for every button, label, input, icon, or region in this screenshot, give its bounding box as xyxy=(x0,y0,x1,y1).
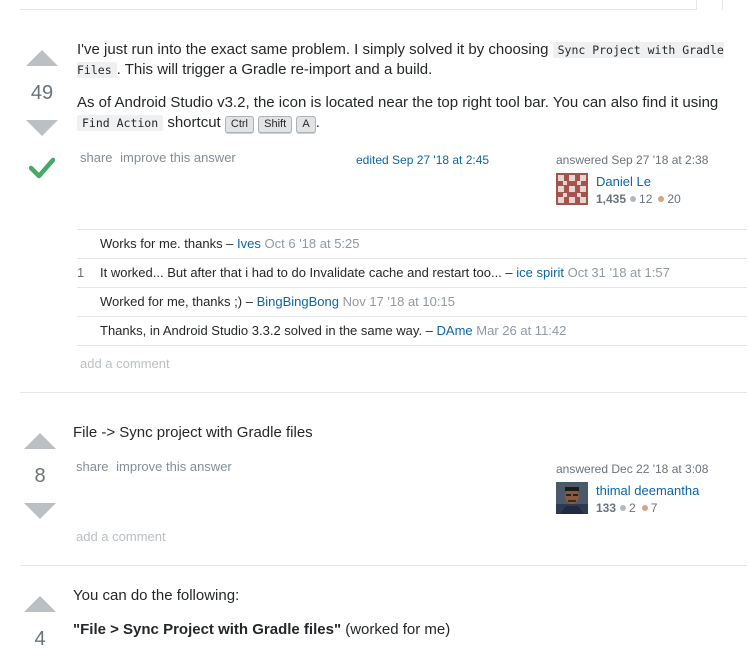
silver-badge-count: 12 xyxy=(639,192,653,206)
improve-answer-link[interactable]: improve this answer xyxy=(120,150,236,165)
post-menu: share improve this answer xyxy=(80,150,236,165)
downvote-button[interactable] xyxy=(24,503,56,519)
add-comment-link[interactable]: add a comment xyxy=(76,529,166,544)
key-shift: Shift xyxy=(258,116,293,133)
comment-body: Worked for me, thanks ;) – xyxy=(100,294,253,309)
comment-date: Oct 31 '18 at 1:57 xyxy=(567,265,670,280)
edited-link[interactable]: edited Sep 27 '18 at 2:45 xyxy=(356,153,489,167)
bronze-badge-count: 7 xyxy=(650,501,658,515)
share-link[interactable]: share xyxy=(80,150,113,165)
reputation-score: 133 xyxy=(596,501,617,515)
paragraph-text: shortcut xyxy=(167,114,221,131)
upvote-button[interactable] xyxy=(26,50,58,66)
bronze-badge-icon xyxy=(658,196,665,203)
user-name-link[interactable]: Daniel Le xyxy=(596,174,651,189)
comment-user-link[interactable]: ice spirit xyxy=(516,265,564,280)
instruction-note: (worked for me) xyxy=(345,621,451,638)
share-link[interactable]: share xyxy=(76,459,109,474)
answer-1: 49 I've just run into the exact same pro… xyxy=(0,0,751,395)
comment-row: 1 It worked... But after that i had to d… xyxy=(77,264,747,286)
answer-3: 4 You can do the following: "File > Sync… xyxy=(0,566,751,653)
paragraph-text: As of Android Studio v3.2, the icon is l… xyxy=(77,94,719,111)
answer-2: 8 File -> Sync project with Gradle files… xyxy=(0,393,751,565)
bronze-badge-count: 20 xyxy=(667,192,681,206)
comment-divider xyxy=(77,345,747,346)
vote-count: 4 xyxy=(34,628,46,650)
comments-top-divider xyxy=(77,229,747,230)
inline-code: Find Action xyxy=(77,115,164,131)
comment-body: It worked... But after that i had to do … xyxy=(100,265,513,280)
user-reputation: 1,435 12 20 xyxy=(596,192,681,206)
comment-user-link[interactable]: Ives xyxy=(237,236,261,251)
paragraph-text: I've just run into the exact same proble… xyxy=(77,41,549,58)
improve-answer-link[interactable]: improve this answer xyxy=(116,459,232,474)
comment-row: Works for me. thanks – Ives Oct 6 '18 at… xyxy=(77,235,747,257)
vote-count: 8 xyxy=(34,465,46,487)
comment-divider xyxy=(77,316,747,317)
key-ctrl: Ctrl xyxy=(224,116,254,133)
answered-time: answered Sep 27 '18 at 2:38 xyxy=(556,153,709,167)
user-name-link[interactable]: thimal deemantha xyxy=(596,483,699,498)
comment-date: Mar 26 at 11:42 xyxy=(476,323,567,338)
comment-text: Worked for me, thanks ;) – BingBingBong … xyxy=(100,294,455,309)
silver-badge-icon xyxy=(620,505,627,512)
answer-body-instruction: "File > Sync Project with Gradle files" … xyxy=(73,620,450,640)
avatar[interactable] xyxy=(556,173,588,205)
answer-body-intro: You can do the following: xyxy=(73,587,240,604)
answer-body-paragraph-1: I've just run into the exact same proble… xyxy=(77,40,747,80)
comment-divider xyxy=(77,258,747,259)
silver-badge-count: 2 xyxy=(629,501,636,515)
comment-row: Worked for me, thanks ;) – BingBingBong … xyxy=(77,293,747,315)
comment-text: Thanks, in Android Studio 3.3.2 solved i… xyxy=(100,323,566,338)
paragraph-text: . This will trigger a Gradle re-import a… xyxy=(116,61,433,78)
post-menu: share improve this answer xyxy=(76,459,232,474)
key-a: A xyxy=(296,116,316,133)
comment-text: Works for me. thanks – Ives Oct 6 '18 at… xyxy=(100,236,360,251)
comment-body: Works for me. thanks – xyxy=(100,236,234,251)
accepted-check-icon xyxy=(28,156,56,185)
add-comment-link[interactable]: add a comment xyxy=(80,356,170,371)
vote-count: 49 xyxy=(30,82,54,104)
paragraph-text: . xyxy=(315,114,320,131)
user-reputation: 133 2 7 xyxy=(596,501,657,515)
bold-instruction: "File > Sync Project with Gradle files" xyxy=(73,621,342,638)
upvote-button[interactable] xyxy=(24,433,56,449)
upvote-button[interactable] xyxy=(24,596,56,612)
silver-badge-icon xyxy=(630,196,637,203)
comment-body: Thanks, in Android Studio 3.3.2 solved i… xyxy=(100,323,433,338)
comment-date: Nov 17 '18 at 10:15 xyxy=(342,294,455,309)
bronze-badge-icon xyxy=(641,505,648,512)
reputation-score: 1,435 xyxy=(596,192,627,206)
comment-score: 1 xyxy=(77,265,85,280)
downvote-button[interactable] xyxy=(26,120,58,136)
comment-divider xyxy=(77,287,747,288)
comment-user-link[interactable]: DAme xyxy=(437,323,473,338)
answer-body: File -> Sync project with Gradle files xyxy=(73,424,313,441)
answer-body-paragraph-2: As of Android Studio v3.2, the icon is l… xyxy=(77,93,747,133)
answered-time: answered Dec 22 '18 at 3:08 xyxy=(556,462,709,476)
comment-text: It worked... But after that i had to do … xyxy=(100,265,670,280)
avatar[interactable] xyxy=(556,482,588,514)
comment-user-link[interactable]: BingBingBong xyxy=(257,294,339,309)
comment-date: Oct 6 '18 at 5:25 xyxy=(264,236,360,251)
comment-row: Thanks, in Android Studio 3.3.2 solved i… xyxy=(77,322,747,344)
